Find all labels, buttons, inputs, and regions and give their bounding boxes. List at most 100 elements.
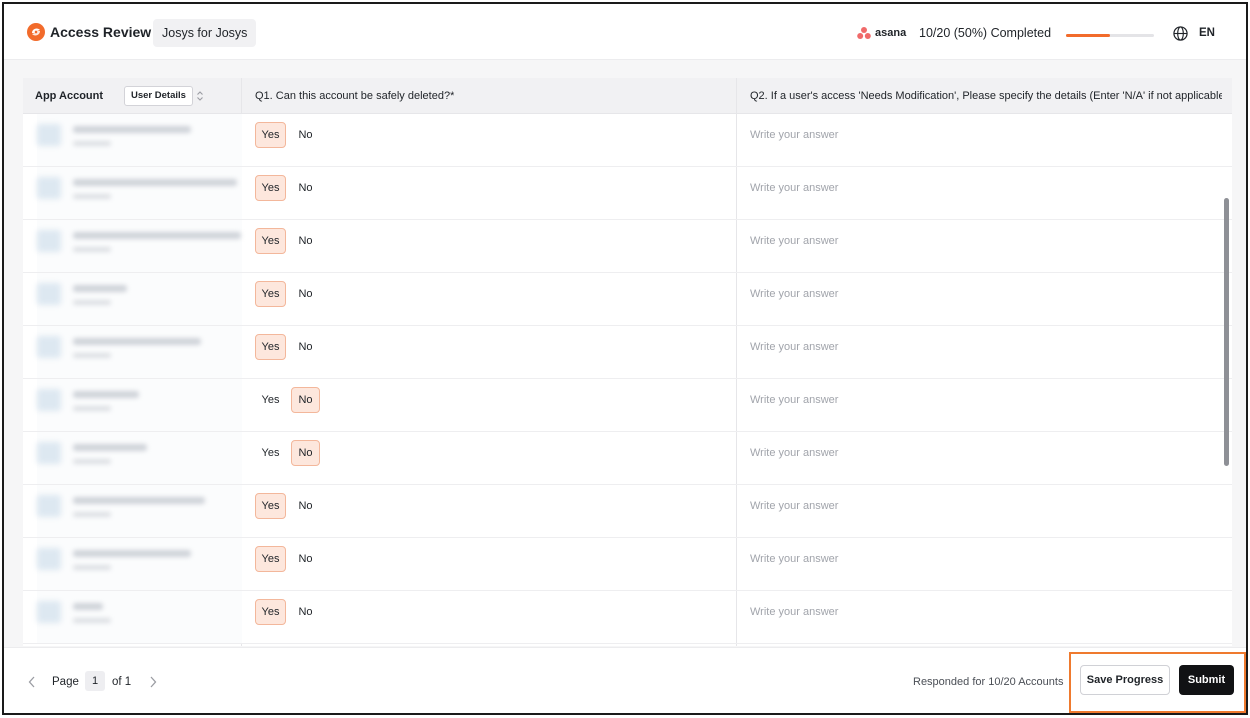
redacted-name (73, 126, 191, 133)
answer-input[interactable]: Write your answer (750, 235, 838, 247)
no-option[interactable]: No (291, 228, 320, 254)
page-number-input[interactable]: 1 (85, 671, 105, 691)
no-option[interactable]: No (291, 599, 320, 625)
progress-text: 10/20 (50%) Completed (919, 26, 1052, 40)
table-row: Yes No Write your answer (23, 114, 1232, 167)
redacted-account (37, 114, 242, 166)
redacted-account (37, 485, 242, 537)
yes-option[interactable]: Yes (255, 387, 286, 413)
redacted-account (37, 167, 242, 219)
no-option[interactable]: No (291, 387, 320, 413)
yes-option[interactable]: Yes (255, 281, 286, 307)
submit-button[interactable]: Submit (1179, 665, 1234, 695)
avatar (37, 389, 61, 411)
redacted-name (73, 391, 139, 398)
redacted-email (73, 406, 111, 411)
avatar (37, 495, 61, 517)
column-header-q1: Q1. Can this account be safely deleted?* (255, 90, 455, 102)
avatar (37, 601, 61, 623)
yes-option[interactable]: Yes (255, 440, 286, 466)
yes-option[interactable]: Yes (255, 175, 286, 201)
redacted-account (37, 538, 242, 590)
no-option[interactable]: No (291, 440, 320, 466)
avatar (37, 124, 61, 146)
josys-logo-icon (27, 23, 45, 41)
table-row: Yes No Write your answer (23, 326, 1232, 379)
no-option[interactable]: No (291, 493, 320, 519)
org-chip[interactable]: Josys for Josys (153, 19, 257, 47)
redacted-account (37, 326, 242, 378)
avatar (37, 548, 61, 570)
progress-bar-fill (1066, 34, 1110, 37)
answer-input[interactable]: Write your answer (750, 288, 838, 300)
no-option[interactable]: No (291, 546, 320, 572)
sort-icon[interactable] (196, 90, 204, 102)
table-row: Yes No Write your answer (23, 220, 1232, 273)
avatar (37, 230, 61, 252)
redacted-name (73, 603, 103, 610)
redacted-email (73, 565, 111, 570)
no-option[interactable]: No (291, 281, 320, 307)
table-row: Yes No Write your answer (23, 273, 1232, 326)
answer-input[interactable]: Write your answer (750, 447, 838, 459)
redacted-name (73, 232, 241, 239)
app-name: asana (875, 27, 907, 39)
no-option[interactable]: No (291, 122, 320, 148)
chevron-left-icon[interactable] (28, 676, 36, 688)
yes-option[interactable]: Yes (255, 599, 286, 625)
answer-input[interactable]: Write your answer (750, 500, 838, 512)
column-header-q2: Q2. If a user's access 'Needs Modificati… (750, 90, 1222, 102)
globe-icon[interactable] (1173, 26, 1188, 41)
avatar (37, 442, 61, 464)
app-window: Access Review Josys for Josys asana 10/2… (2, 2, 1248, 715)
answer-input[interactable]: Write your answer (750, 129, 838, 141)
save-progress-button[interactable]: Save Progress (1080, 665, 1170, 695)
answer-input[interactable]: Write your answer (750, 182, 838, 194)
user-details-button[interactable]: User Details (124, 86, 193, 106)
language-selector[interactable]: EN (1199, 27, 1215, 39)
redacted-account (37, 591, 242, 643)
answer-input[interactable]: Write your answer (750, 553, 838, 565)
table-row: Yes No Write your answer (23, 167, 1232, 220)
page-total: of 1 (112, 676, 132, 688)
redacted-email (73, 353, 111, 358)
table-row: Yes No Write your answer (23, 485, 1232, 538)
redacted-account (37, 273, 242, 325)
responded-count: Responded for 10/20 Accounts (913, 676, 1064, 688)
redacted-email (73, 194, 111, 199)
answer-input[interactable]: Write your answer (750, 606, 838, 618)
redacted-email (73, 512, 111, 517)
table-row: Yes No Write your answer (23, 591, 1232, 644)
yes-option[interactable]: Yes (255, 122, 286, 148)
table-body: Yes No Write your answer Yes No Write your an… (23, 114, 1232, 646)
yes-option[interactable]: Yes (255, 546, 286, 572)
redacted-email (73, 618, 111, 623)
vertical-scrollbar[interactable] (1224, 198, 1229, 466)
avatar (37, 177, 61, 199)
progress-bar (1066, 34, 1154, 37)
redacted-name (73, 550, 191, 557)
no-option[interactable]: No (291, 334, 320, 360)
redacted-email (73, 459, 111, 464)
answer-input[interactable]: Write your answer (750, 394, 838, 406)
yes-option[interactable]: Yes (255, 228, 286, 254)
redacted-name (73, 285, 127, 292)
table-row: Yes No Write your answer (23, 379, 1232, 432)
table-row: Yes No Write your answer (23, 432, 1232, 485)
yes-option[interactable]: Yes (255, 493, 286, 519)
answer-input[interactable]: Write your answer (750, 341, 838, 353)
no-option[interactable]: No (291, 175, 320, 201)
avatar (37, 283, 61, 305)
chevron-right-icon[interactable] (149, 676, 157, 688)
yes-option[interactable]: Yes (255, 334, 286, 360)
table-row: Yes No Write your answer (23, 538, 1232, 591)
table-header: App Account User Details Q1. Can this ac… (23, 78, 1232, 114)
redacted-name (73, 338, 201, 345)
review-table: App Account User Details Q1. Can this ac… (23, 78, 1232, 646)
top-bar: Access Review Josys for Josys asana 10/2… (4, 4, 1246, 60)
redacted-email (73, 300, 111, 305)
redacted-account (37, 432, 242, 484)
redacted-name (73, 444, 147, 451)
redacted-name (73, 497, 205, 504)
redacted-name (73, 179, 237, 186)
